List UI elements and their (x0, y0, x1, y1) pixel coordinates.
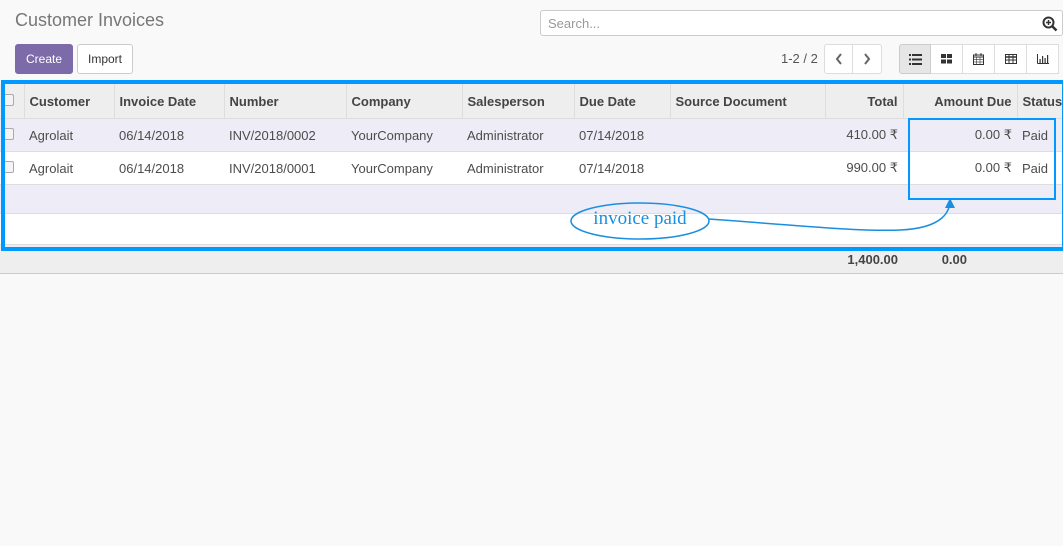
cell-total: 410.00 ₹ (825, 118, 903, 152)
pager-previous-button[interactable] (824, 44, 853, 74)
search-input[interactable] (546, 15, 1030, 32)
cell-invoice-date: 06/14/2018 (114, 151, 224, 185)
table-header-row: Customer Invoice Date Number Company Sal… (0, 84, 1063, 119)
invoices-table: Customer Invoice Date Number Company Sal… (0, 84, 1063, 274)
table-footer-row: 1,400.00 0.00 (0, 244, 1063, 274)
create-button[interactable]: Create (15, 44, 73, 74)
footer-total: 1,400.00 (825, 244, 903, 274)
select-all-checkbox-cell[interactable] (0, 84, 24, 119)
cell-status: Paid (1017, 151, 1063, 185)
cell-company: YourCompany (346, 118, 462, 152)
cell-source-document (670, 151, 825, 185)
select-all-checkbox[interactable] (2, 93, 14, 106)
pivot-view-button[interactable] (995, 44, 1027, 74)
table-row[interactable]: Agrolait 06/14/2018 INV/2018/0001 YourCo… (0, 151, 1063, 185)
list-view-button[interactable] (899, 44, 931, 74)
column-header-salesperson[interactable]: Salesperson (461, 84, 574, 119)
cell-number: INV/2018/0002 (224, 118, 346, 152)
cell-salesperson: Administrator (462, 118, 574, 152)
cell-due-date: 07/14/2018 (574, 151, 670, 185)
row-checkbox[interactable] (2, 127, 14, 140)
column-header-source-document[interactable]: Source Document (669, 84, 825, 119)
calendar-icon (973, 53, 984, 65)
chevron-right-icon (864, 53, 871, 65)
column-header-customer[interactable]: Customer (23, 84, 114, 119)
footer-amount-due: 0.00 (903, 244, 1017, 274)
kanban-view-button[interactable] (931, 44, 963, 74)
search-box[interactable] (540, 10, 1063, 36)
kanban-icon (941, 54, 952, 64)
cell-company: YourCompany (346, 151, 462, 185)
list-icon (908, 53, 922, 65)
import-button[interactable]: Import (77, 44, 133, 74)
row-checkbox[interactable] (2, 160, 14, 173)
cell-number: INV/2018/0001 (224, 151, 346, 185)
bar-chart-icon (1036, 54, 1049, 64)
cell-amount-due: 0.00 ₹ (903, 151, 1017, 185)
cell-total: 990.00 ₹ (825, 151, 903, 185)
cell-due-date: 07/14/2018 (574, 118, 670, 152)
table-row[interactable]: Agrolait 06/14/2018 INV/2018/0002 YourCo… (0, 118, 1063, 152)
cell-source-document (670, 118, 825, 152)
pager-value: 1-2 / 2 (781, 51, 818, 66)
column-header-total[interactable]: Total (824, 84, 903, 119)
cell-customer: Agrolait (24, 118, 114, 152)
column-header-amount-due[interactable]: Amount Due (902, 84, 1017, 119)
pager-next-button[interactable] (853, 44, 882, 74)
cell-customer: Agrolait (24, 151, 114, 185)
cell-invoice-date: 06/14/2018 (114, 118, 224, 152)
table-icon (1004, 54, 1017, 64)
page-title: Customer Invoices (15, 10, 165, 30)
cell-status: Paid (1017, 118, 1063, 152)
chevron-left-icon (835, 53, 842, 65)
calendar-view-button[interactable] (963, 44, 995, 74)
annotation-label: invoice paid (593, 208, 687, 229)
column-header-number[interactable]: Number (223, 84, 346, 119)
column-header-invoice-date[interactable]: Invoice Date (113, 84, 224, 119)
empty-row (0, 213, 1063, 245)
column-header-status[interactable]: Status (1016, 84, 1063, 119)
column-header-due-date[interactable]: Due Date (573, 84, 670, 119)
cell-salesperson: Administrator (462, 151, 574, 185)
column-header-company[interactable]: Company (345, 84, 462, 119)
empty-row (0, 184, 1063, 214)
cell-amount-due: 0.00 ₹ (903, 118, 1017, 152)
graph-view-button[interactable] (1027, 44, 1059, 74)
search-icon[interactable] (1042, 16, 1058, 32)
